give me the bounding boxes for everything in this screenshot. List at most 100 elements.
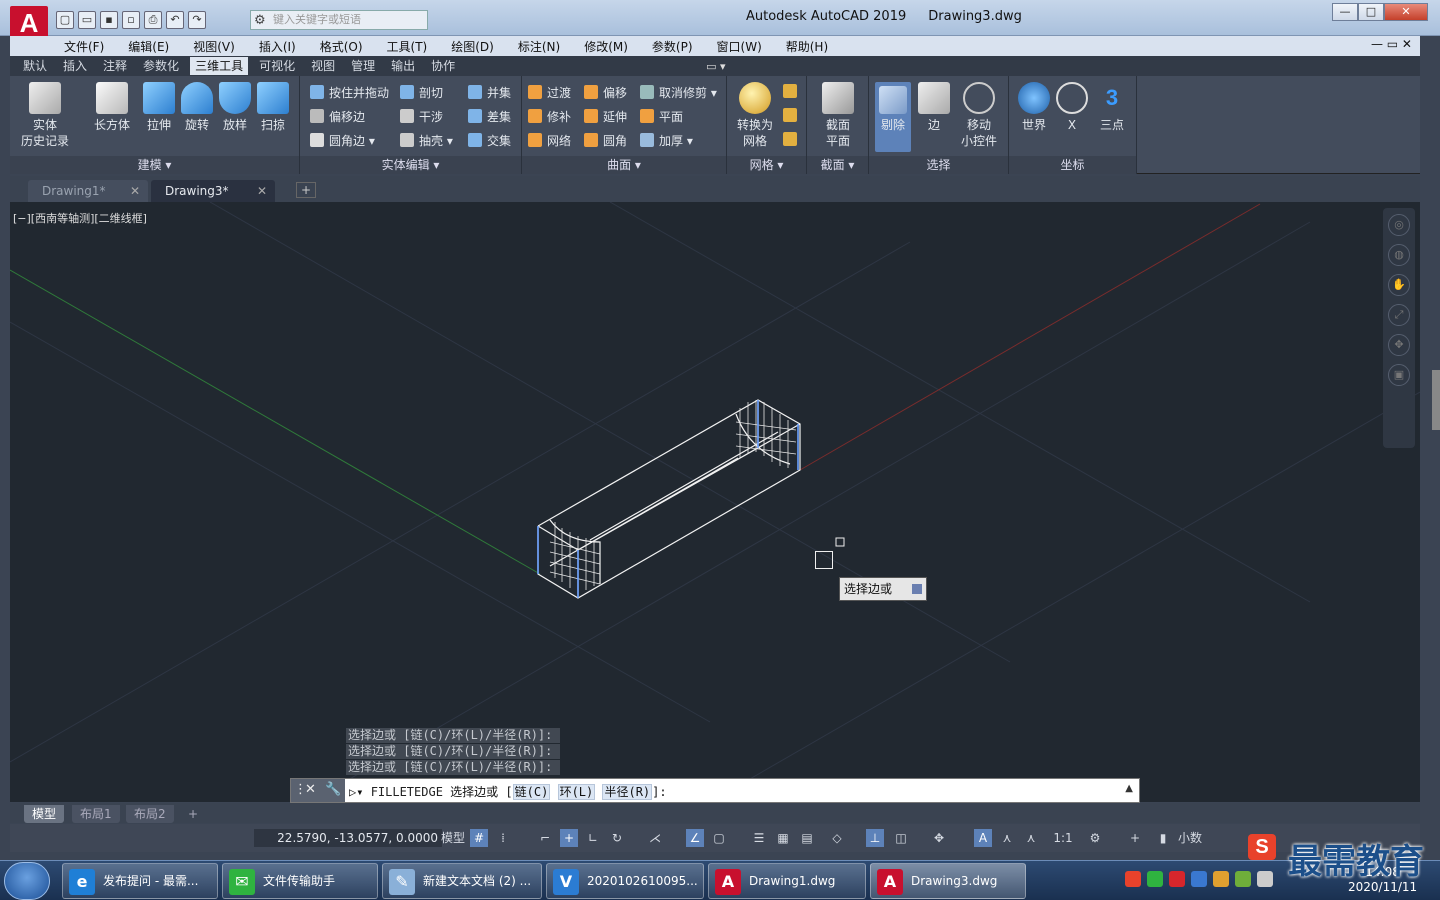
autocad-logo-icon[interactable]: A: [10, 6, 48, 40]
extrude-button[interactable]: 拉伸: [140, 82, 178, 133]
ucs-3point-button[interactable]: 3 三点: [1093, 82, 1131, 133]
workspace-gear-icon[interactable]: ⚙: [1086, 829, 1104, 847]
option-chain[interactable]: 链(C): [512, 784, 551, 800]
infer-constraints-icon[interactable]: ⌐: [536, 829, 554, 847]
print-icon[interactable]: ⎙: [144, 11, 162, 29]
menu-parametric[interactable]: 参数(P): [652, 38, 693, 55]
move-gizmo-button[interactable]: 移动 小控件: [955, 82, 1003, 149]
close-command-icon[interactable]: ✕: [305, 782, 316, 797]
section-plane-button[interactable]: 截面 平面: [817, 82, 859, 149]
union-button[interactable]: 并集: [468, 82, 511, 102]
sogou-input-icon[interactable]: [1125, 871, 1141, 887]
selection-filter-icon[interactable]: ◫: [892, 829, 910, 847]
taskbar-item-drawing1[interactable]: A Drawing1.dwg: [708, 863, 866, 899]
fillet-edge-button[interactable]: 圆角边 ▾: [310, 130, 375, 150]
coordinates-panel-title[interactable]: 坐标: [1009, 156, 1136, 174]
save-as-icon[interactable]: ▫: [122, 11, 140, 29]
mesh-smooth-icon[interactable]: [783, 84, 797, 98]
mesh-refine-icon[interactable]: [783, 108, 797, 122]
recent-commands-icon[interactable]: ▷▾: [349, 785, 371, 799]
offset-edge-button[interactable]: 偏移边: [310, 106, 365, 126]
grid-icon[interactable]: #: [470, 829, 488, 847]
shell-button[interactable]: 抽壳 ▾: [400, 130, 453, 150]
box-button[interactable]: 长方体: [90, 82, 134, 133]
modeling-panel-title[interactable]: 建模 ▾: [10, 156, 299, 174]
tab-layout2[interactable]: 布局2: [126, 805, 174, 823]
tooltip-expand-icon[interactable]: [912, 584, 922, 594]
model-space-button[interactable]: 模型: [440, 829, 466, 847]
steering-wheel-icon[interactable]: ◎: [1388, 214, 1410, 236]
save-icon[interactable]: ▪: [100, 11, 118, 29]
revolve-button[interactable]: 旋转: [178, 82, 216, 133]
add-layout-button[interactable]: +: [180, 805, 206, 823]
isodraft-icon[interactable]: ⋌: [646, 829, 664, 847]
taskbar-item-notepad[interactable]: ✎ 新建文本文档 (2) ...: [382, 863, 542, 899]
annotation-visibility-icon[interactable]: A: [974, 829, 992, 847]
menu-dimension[interactable]: 标注(N): [518, 38, 560, 55]
thicken-button[interactable]: 加厚 ▾: [640, 130, 693, 150]
blend-button[interactable]: 过渡: [528, 82, 571, 102]
network-icon[interactable]: [1213, 871, 1229, 887]
extend-button[interactable]: 延伸: [584, 106, 627, 126]
doc-tab-drawing3[interactable]: Drawing3* ✕: [151, 180, 275, 202]
command-line[interactable]: ⋮ ✕ 🔧 ▷▾ FILLETEDGE 选择边或 [链(C) 环(L) 半径(R…: [290, 778, 1140, 803]
menu-file[interactable]: 文件(F): [64, 38, 104, 55]
patch-button[interactable]: 修补: [528, 106, 571, 126]
menu-modify[interactable]: 修改(M): [584, 38, 628, 55]
ucs-x-button[interactable]: X: [1053, 82, 1091, 133]
undo-icon[interactable]: ↶: [166, 11, 184, 29]
menu-tools[interactable]: 工具(T): [387, 38, 428, 55]
ucs-world-button[interactable]: 世界: [1015, 82, 1053, 133]
selection-panel-title[interactable]: 选择: [869, 156, 1008, 174]
transparency-icon[interactable]: ▦: [774, 829, 792, 847]
new-file-icon[interactable]: ▢: [56, 11, 74, 29]
desktop-scrollbar[interactable]: [1432, 370, 1440, 430]
tab-visualize[interactable]: 可视化: [254, 57, 300, 75]
menu-insert[interactable]: 插入(I): [259, 38, 296, 55]
slice-button[interactable]: 剖切: [400, 82, 443, 102]
polar-tracking-icon[interactable]: ↻: [608, 829, 626, 847]
menu-help[interactable]: 帮助(H): [786, 38, 828, 55]
units-icon[interactable]: ▮: [1154, 829, 1172, 847]
gizmo-icon[interactable]: ✥: [930, 829, 948, 847]
maximize-button[interactable]: □: [1358, 3, 1384, 21]
tab-annotate[interactable]: 注释: [98, 57, 132, 75]
command-history-toggle-icon[interactable]: ▲: [1125, 783, 1133, 794]
annotation-monitor-icon[interactable]: +: [1126, 829, 1144, 847]
taskbar-item-browser[interactable]: e 发布提问 - 最需...: [62, 863, 218, 899]
annotation-scale-value[interactable]: 1:1: [1046, 829, 1080, 847]
units-dropdown[interactable]: 小数: [1178, 829, 1238, 847]
tab-manage[interactable]: 管理: [346, 57, 380, 75]
menu-edit[interactable]: 编辑(E): [128, 38, 169, 55]
command-line-handle[interactable]: ⋮ ✕ 🔧: [291, 779, 345, 802]
orbit-icon[interactable]: ◍: [1388, 244, 1410, 266]
auto-scale-icon[interactable]: ⋏: [998, 829, 1016, 847]
edge-filter-button[interactable]: 边: [915, 82, 953, 133]
taskbar-item-drawing3[interactable]: A Drawing3.dwg: [870, 863, 1026, 899]
option-loop[interactable]: 环(L): [557, 784, 596, 800]
command-prompt[interactable]: ▷▾ FILLETEDGE 选择边或 [链(C) 环(L) 半径(R)]:: [349, 783, 667, 800]
pan-hand-icon[interactable]: ✋: [1388, 274, 1410, 296]
customize-wrench-icon[interactable]: 🔧: [325, 782, 341, 797]
snap-icon[interactable]: ⁞: [494, 829, 512, 847]
tab-model[interactable]: 模型: [24, 805, 65, 823]
dynamic-ucs-icon[interactable]: ⊥: [866, 829, 884, 847]
convert-to-mesh-button[interactable]: 转换为 网格: [733, 82, 777, 149]
menu-draw[interactable]: 绘图(D): [451, 38, 494, 55]
section-panel-title[interactable]: 截面 ▾: [807, 156, 868, 174]
sweep-button[interactable]: 扫掠: [254, 82, 292, 133]
untrim-button[interactable]: 取消修剪 ▾: [640, 82, 717, 102]
annotation-scale-icon[interactable]: ⋏: [1022, 829, 1040, 847]
object-snap-tracking-icon[interactable]: ∠: [686, 829, 704, 847]
close-tab-icon[interactable]: ✕: [130, 180, 140, 202]
3d-osnap-icon[interactable]: ◇: [828, 829, 846, 847]
taskbar-item-video[interactable]: V 2020102610095...: [546, 863, 704, 899]
option-radius[interactable]: 半径(R): [602, 784, 653, 800]
doc-tab-drawing1[interactable]: Drawing1* ✕: [28, 180, 148, 202]
planar-button[interactable]: 平面: [640, 106, 683, 126]
close-tab-icon[interactable]: ✕: [257, 180, 267, 202]
windows-start-button[interactable]: [4, 862, 50, 900]
search-input[interactable]: ⚙ 键入关键字或短语: [250, 10, 428, 30]
object-snap-icon[interactable]: ▢: [710, 829, 728, 847]
solid-history-button[interactable]: 实体 历史记录: [18, 82, 72, 149]
